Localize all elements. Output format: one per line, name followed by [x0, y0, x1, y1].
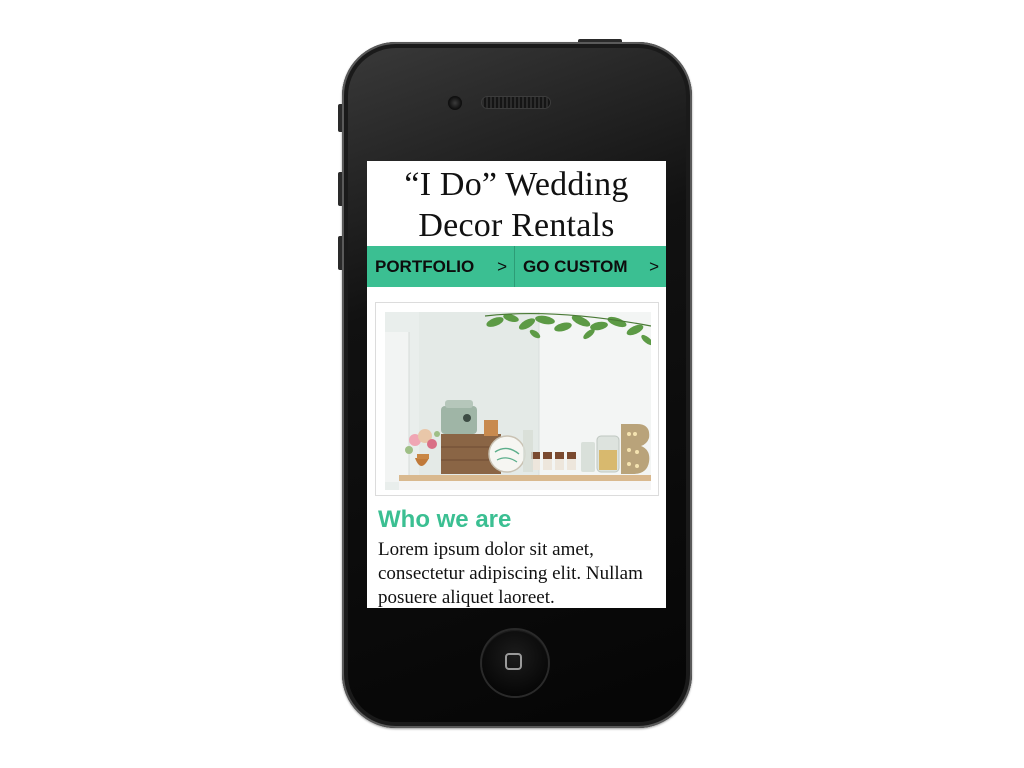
- home-square-icon: [505, 653, 522, 670]
- mute-switch: [338, 104, 342, 132]
- chevron-right-icon: >: [649, 256, 659, 276]
- nav-go-custom-button[interactable]: GO CUSTOM >: [515, 246, 666, 287]
- volume-up-button: [338, 172, 342, 206]
- nav-portfolio-button[interactable]: PORTFOLIO >: [367, 246, 515, 287]
- phone-device: “I Do” Wedding Decor Rentals PORTFOLIO >…: [338, 39, 692, 728]
- site-title-line-2: Decor Rentals: [418, 207, 615, 244]
- hero-photo: [385, 312, 651, 490]
- phone-screen: “I Do” Wedding Decor Rentals PORTFOLIO >…: [367, 161, 666, 608]
- hero-photo-card: [375, 302, 659, 496]
- site-title-line-1: “I Do” Wedding: [404, 166, 629, 203]
- main-nav: PORTFOLIO > GO CUSTOM >: [367, 246, 666, 287]
- power-button: [578, 39, 622, 42]
- who-we-are-heading: Who we are: [378, 506, 512, 533]
- volume-down-button: [338, 236, 342, 270]
- chevron-right-icon: >: [497, 256, 507, 276]
- who-we-are-text: Lorem ipsum dolor sit amet, consectetur …: [378, 539, 643, 608]
- camera-icon: [448, 96, 462, 110]
- stage: “I Do” Wedding Decor Rentals PORTFOLIO >…: [0, 0, 1024, 768]
- nav-portfolio-label: PORTFOLIO: [375, 256, 475, 276]
- speaker-grille-icon: [482, 97, 550, 108]
- decor-display-illustration: [385, 312, 651, 490]
- home-button-icon[interactable]: [482, 630, 548, 696]
- nav-go-custom-label: GO CUSTOM: [523, 256, 628, 276]
- site-title: “I Do” Wedding Decor Rentals: [367, 161, 666, 246]
